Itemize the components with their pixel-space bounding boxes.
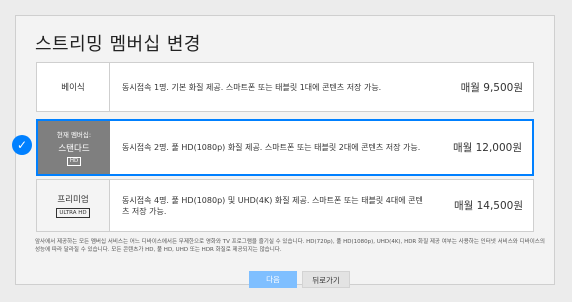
plan-price: 매월 12,000원 [452, 142, 522, 154]
plan-option-basic[interactable]: 베이식 동시접속 1명. 기본 화질 제공. 스마트폰 또는 태블릿 1대에 콘… [36, 62, 534, 112]
plan-description: 동시접속 2명. 풀 HD(1080p) 화질 제공. 스마트폰 또는 태블릿 … [122, 143, 421, 152]
footnote-text: 앞사에서 제공하는 모든 멤버십 서비스는 어느 디바이스에서든 무제한으로 영… [35, 239, 545, 253]
plan-option-premium[interactable]: 프리미엄 ULTRA HD 동시접속 4명. 풀 HD(1080p) 및 UHD… [36, 179, 534, 232]
change-plan-dialog: 스트리밍 멤버십 변경 베이식 동시접속 1명. 기본 화질 제공. 스마트폰 … [15, 15, 555, 288]
ultra-hd-badge: ULTRA HD [56, 208, 90, 218]
plan-name-panel: 현재 멤버십: 스탠다드 HD [38, 121, 110, 174]
plan-name-panel: 프리미엄 ULTRA HD [37, 180, 110, 231]
hd-badge: HD [66, 157, 82, 166]
next-button[interactable]: 다음 [249, 271, 297, 288]
current-plan-label: 현재 멤버십: [56, 131, 92, 139]
selected-check-icon: ✓ [12, 135, 32, 155]
plan-price: 매월 9,500원 [460, 81, 523, 94]
plan-name: 스탠다드 [58, 144, 90, 154]
dialog-title: 스트리밍 멤버십 변경 [35, 34, 201, 55]
plan-price: 매월 14,500원 [453, 200, 523, 212]
plan-name-panel: 베이식 [37, 63, 110, 111]
plan-description: 동시접속 1명. 기본 화질 제공. 스마트폰 또는 태블릿 1대에 콘텐츠 저… [122, 82, 382, 92]
back-button[interactable]: 뒤로가기 [302, 271, 350, 288]
plan-option-standard[interactable]: 현재 멤버십: 스탠다드 HD 동시접속 2명. 풀 HD(1080p) 화질 … [36, 119, 534, 176]
plan-name: 프리미엄 [57, 195, 89, 205]
plan-description: 동시접속 4명. 풀 HD(1080p) 및 UHD(4K) 화질 제공. 스마… [122, 195, 423, 216]
plan-name: 베이식 [61, 83, 85, 93]
